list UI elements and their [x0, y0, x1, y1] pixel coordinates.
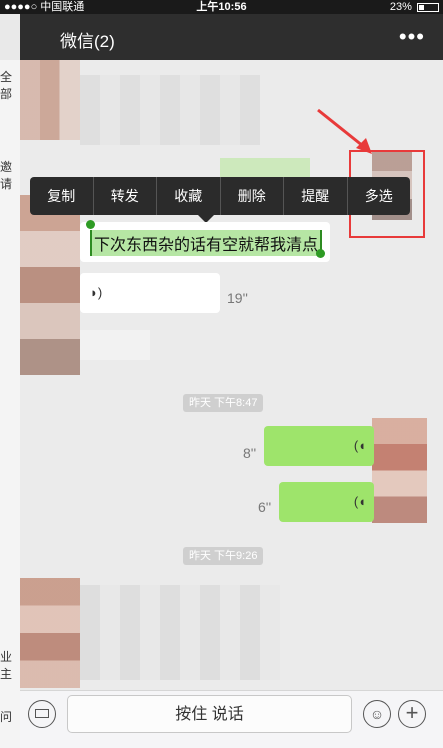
- battery-icon: [417, 2, 439, 12]
- menu-favorite[interactable]: 收藏: [157, 177, 221, 215]
- hold-to-talk-button[interactable]: 按住 说话: [67, 695, 352, 733]
- emoji-icon[interactable]: ☺: [363, 700, 391, 728]
- battery-status: 23%: [390, 0, 439, 14]
- selected-message-text[interactable]: 下次东西杂的话有空就帮我清点: [90, 230, 323, 256]
- selection-end-handle[interactable]: [316, 249, 325, 258]
- menu-forward[interactable]: 转发: [94, 177, 157, 215]
- menu-copy[interactable]: 复制: [30, 177, 94, 215]
- voice-message[interactable]: ◗): [80, 273, 220, 313]
- avatar: [372, 418, 427, 523]
- message-context-menu: 复制 转发 收藏 删除 提醒 多选: [30, 177, 410, 215]
- clock: 上午10:56: [196, 1, 247, 13]
- menu-remind[interactable]: 提醒: [284, 177, 348, 215]
- chat-title[interactable]: 微信(2): [60, 27, 115, 52]
- selection-start-handle[interactable]: [86, 220, 95, 229]
- status-bar: ●●●●○ 中国联通 上午10:56 23%: [0, 0, 443, 14]
- chat-header: 微信(2) •••: [20, 14, 443, 60]
- avatar: [20, 195, 80, 375]
- voice-message[interactable]: (◖: [264, 426, 374, 466]
- plus-icon[interactable]: +: [398, 700, 426, 728]
- avatar: [20, 578, 80, 688]
- peek-label: 业主: [0, 650, 13, 681]
- battery-percent: 23%: [389, 1, 412, 13]
- blurred-message: [80, 585, 280, 680]
- menu-multi-select[interactable]: 多选: [348, 177, 411, 215]
- blurred-message: [80, 330, 150, 360]
- background-conversation-list: 全部 邀请 业主 问: [0, 60, 20, 748]
- peek-label: 全部: [0, 70, 13, 101]
- timestamp: 昨天 下午9:26: [183, 547, 264, 565]
- voice-message[interactable]: (◖: [279, 482, 374, 522]
- more-icon[interactable]: •••: [399, 24, 425, 50]
- timestamp: 昨天 下午8:47: [183, 394, 264, 412]
- voice-duration: 6'': [258, 499, 272, 515]
- peek-label: 问: [0, 710, 13, 724]
- voice-wave-icon: ◗): [90, 285, 103, 300]
- voice-duration: 19'': [227, 290, 248, 306]
- voice-wave-icon: (◖: [353, 438, 366, 453]
- menu-delete[interactable]: 删除: [221, 177, 284, 215]
- avatar: [20, 60, 80, 140]
- voice-wave-icon: (◖: [353, 494, 366, 509]
- voice-duration: 8'': [243, 445, 257, 461]
- peek-label: 邀请: [0, 160, 13, 191]
- keyboard-icon[interactable]: [28, 700, 56, 728]
- blurred-message: [80, 75, 260, 145]
- blurred-green-bubble: [220, 158, 310, 178]
